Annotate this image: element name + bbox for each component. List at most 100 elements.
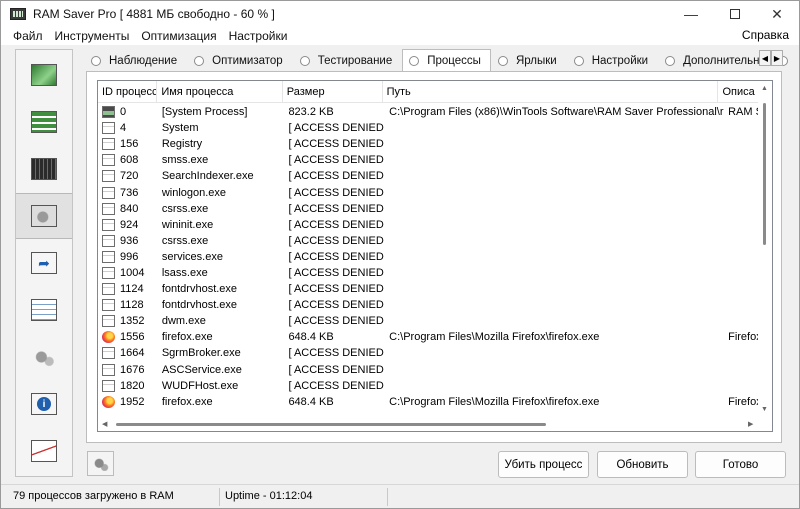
- process-settings-button[interactable]: [87, 451, 114, 476]
- menu-optimization[interactable]: Оптимизация: [135, 29, 222, 43]
- table-row[interactable]: 1004 lsass.exe [ ACCESS DENIED ]: [98, 265, 758, 281]
- checklist-settings-icon: [31, 299, 57, 321]
- menu-settings[interactable]: Настройки: [223, 29, 294, 43]
- cell-size: 823.2 KB: [288, 106, 334, 119]
- table-row[interactable]: 156 Registry [ ACCESS DENIED ]: [98, 136, 758, 152]
- process-id: 996: [120, 250, 139, 263]
- window-icon: [102, 363, 115, 376]
- table-row[interactable]: 1820 WUDFHost.exe [ ACCESS DENIED ]: [98, 378, 758, 394]
- table-row[interactable]: 1124 fontdrvhost.exe [ ACCESS DENIED ]: [98, 281, 758, 297]
- process-id: 4: [120, 122, 127, 135]
- sidebar-item-testing[interactable]: [16, 146, 72, 192]
- menu-file[interactable]: Файл: [1, 29, 49, 43]
- cell-id: 156: [98, 138, 158, 151]
- cell-id: 1004: [98, 266, 158, 279]
- tab-label: Тестирование: [317, 55, 393, 67]
- tab-shortcuts[interactable]: Ярлыки: [491, 51, 567, 71]
- cell-id: 1820: [98, 379, 158, 392]
- cell-size: [ ACCESS DENIED ]: [288, 154, 386, 167]
- title-bar[interactable]: RAM Saver Pro [ 4881 МБ свободно - 60 % …: [1, 1, 799, 27]
- kill-process-button[interactable]: Убить процесс: [498, 451, 589, 478]
- column-header-id[interactable]: ID процесс...: [98, 81, 158, 103]
- scroll-right-icon: ▶: [748, 421, 754, 428]
- tab-testing[interactable]: Тестирование: [293, 51, 403, 71]
- window-icon: [102, 299, 115, 312]
- close-icon: ✕: [771, 5, 783, 22]
- mail-icon: [31, 440, 57, 462]
- vertical-scrollbar[interactable]: ▲ ▼: [758, 81, 772, 417]
- tab-advanced[interactable]: Дополнительно: [658, 51, 771, 71]
- cell-name: firefox.exe: [161, 331, 213, 344]
- table-row[interactable]: 1676 ASCService.exe [ ACCESS DENIED ]: [98, 362, 758, 378]
- column-header-description[interactable]: Описа: [718, 81, 758, 103]
- table-row[interactable]: 4 System [ ACCESS DENIED ]: [98, 120, 758, 136]
- process-id: 1124: [120, 283, 144, 296]
- tab-scroll-right-button[interactable]: ▶: [771, 50, 783, 66]
- refresh-button[interactable]: Обновить: [597, 451, 688, 478]
- cell-id: 936: [98, 234, 158, 247]
- table-row[interactable]: 736 winlogon.exe [ ACCESS DENIED ]: [98, 184, 758, 200]
- sidebar-item-shortcuts[interactable]: ➦: [16, 240, 72, 286]
- table-row[interactable]: 996 services.exe [ ACCESS DENIED ]: [98, 249, 758, 265]
- vertical-scroll-thumb[interactable]: [763, 103, 766, 245]
- app-icon: [102, 106, 115, 119]
- tab-radio-icon: [299, 56, 310, 66]
- tab-optimizer[interactable]: Оптимизатор: [187, 51, 293, 71]
- status-bar: 79 процессов загружено в RAM Uptime - 01…: [1, 484, 799, 508]
- table-row[interactable]: 1952 firefox.exe 648.4 KB C:\Program Files\…: [98, 394, 758, 410]
- sidebar-item-processes[interactable]: [16, 193, 72, 239]
- window-icon: [102, 347, 115, 360]
- horizontal-scroll-thumb[interactable]: [116, 423, 546, 426]
- close-button[interactable]: ✕: [755, 1, 799, 27]
- column-header-path[interactable]: Путь: [383, 81, 719, 103]
- sidebar-item-about[interactable]: i: [16, 381, 72, 427]
- cell-size: [ ACCESS DENIED ]: [288, 218, 386, 231]
- table-row[interactable]: 936 csrss.exe [ ACCESS DENIED ]: [98, 233, 758, 249]
- cell-path: C:\Program Files\Mozilla Firefox\firefox…: [389, 331, 600, 344]
- cell-name: lsass.exe: [161, 266, 208, 279]
- sidebar-item-monitor[interactable]: [16, 52, 72, 98]
- column-header-size[interactable]: Размер: [283, 81, 383, 103]
- table-row[interactable]: 1352 dwm.exe [ ACCESS DENIED ]: [98, 313, 758, 329]
- cell-description: Firefox: [728, 395, 758, 408]
- sidebar-item-settings[interactable]: [16, 287, 72, 333]
- sidebar-item-feedback[interactable]: [16, 428, 72, 474]
- table-row[interactable]: 1664 SgrmBroker.exe [ ACCESS DENIED ]: [98, 345, 758, 361]
- cell-name: [System Process]: [161, 106, 248, 119]
- sidebar-item-optimizer[interactable]: [16, 99, 72, 145]
- process-list-header: ID процесс... Имя процесса Размер Путь О…: [98, 81, 758, 103]
- status-uptime: Uptime - 01:12:04: [225, 490, 313, 502]
- table-row[interactable]: 608 smss.exe [ ACCESS DENIED ]: [98, 152, 758, 168]
- table-row[interactable]: 924 wininit.exe [ ACCESS DENIED ]: [98, 217, 758, 233]
- table-row[interactable]: 720 SearchIndexer.exe [ ACCESS DENIED ]: [98, 168, 758, 184]
- minimize-button[interactable]: —: [669, 1, 713, 27]
- tab-label: Наблюдение: [109, 55, 178, 67]
- tab-settings[interactable]: Настройки: [567, 51, 658, 71]
- sidebar-item-advanced[interactable]: [16, 334, 72, 380]
- table-row[interactable]: 1128 fontdrvhost.exe [ ACCESS DENIED ]: [98, 297, 758, 313]
- horizontal-scrollbar[interactable]: ◀ ▶: [98, 417, 758, 431]
- cell-size: 648.4 KB: [288, 331, 334, 344]
- processes-gears-icon: [31, 205, 57, 227]
- cell-path: C:\Program Files\Mozilla Firefox\firefox…: [389, 395, 600, 408]
- gears-icon: [91, 456, 110, 471]
- menu-help[interactable]: Справка: [742, 28, 789, 42]
- process-list[interactable]: ID процесс... Имя процесса Размер Путь О…: [97, 80, 773, 432]
- table-row[interactable]: 0 [System Process] 823.2 KB C:\Program File…: [98, 104, 758, 120]
- process-id: 840: [120, 202, 139, 215]
- window-icon: [102, 138, 115, 151]
- tab-monitor[interactable]: Наблюдение: [84, 51, 187, 71]
- table-row[interactable]: 840 csrss.exe [ ACCESS DENIED ]: [98, 201, 758, 217]
- menu-tools[interactable]: Инструменты: [49, 29, 136, 43]
- shortcut-arrow-icon: ➦: [31, 252, 57, 274]
- window-icon: [102, 315, 115, 328]
- done-button[interactable]: Готово: [695, 451, 786, 478]
- column-header-name[interactable]: Имя процесса: [157, 81, 283, 103]
- tab-scroll-left-button[interactable]: ◀: [759, 50, 771, 66]
- cell-size: 648.4 KB: [288, 395, 334, 408]
- tab-radio-icon: [409, 55, 420, 66]
- table-row[interactable]: 1556 firefox.exe 648.4 KB C:\Program Files\…: [98, 329, 758, 345]
- cell-size: [ ACCESS DENIED ]: [288, 234, 386, 247]
- tab-processes[interactable]: Процессы: [402, 49, 491, 71]
- maximize-button[interactable]: [713, 1, 757, 27]
